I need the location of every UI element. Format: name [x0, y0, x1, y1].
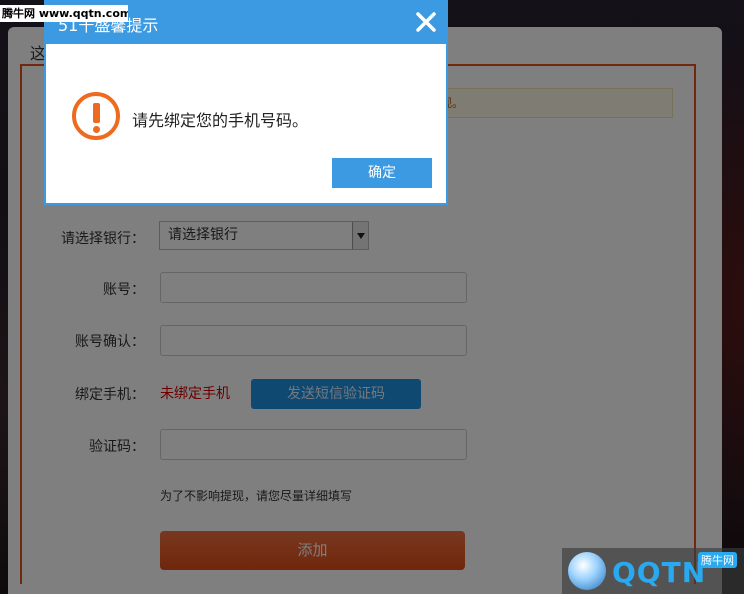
watermark-top: 腾牛网 www.qqtn.com	[0, 5, 128, 22]
watermark-logo-sub: 腾牛网	[698, 552, 737, 568]
warning-icon	[72, 92, 120, 140]
watermark-logo-text: QQTN	[612, 556, 707, 589]
ok-button[interactable]: 确定	[332, 158, 432, 188]
dialog-message: 请先绑定您的手机号码。	[132, 111, 309, 130]
close-icon[interactable]	[414, 10, 438, 34]
watermark-logo: QQTN 腾牛网	[562, 548, 744, 594]
logo-icon	[568, 552, 606, 590]
alert-dialog: 51千盛馨提示 请先绑定您的手机号码。 确定	[44, 0, 448, 205]
